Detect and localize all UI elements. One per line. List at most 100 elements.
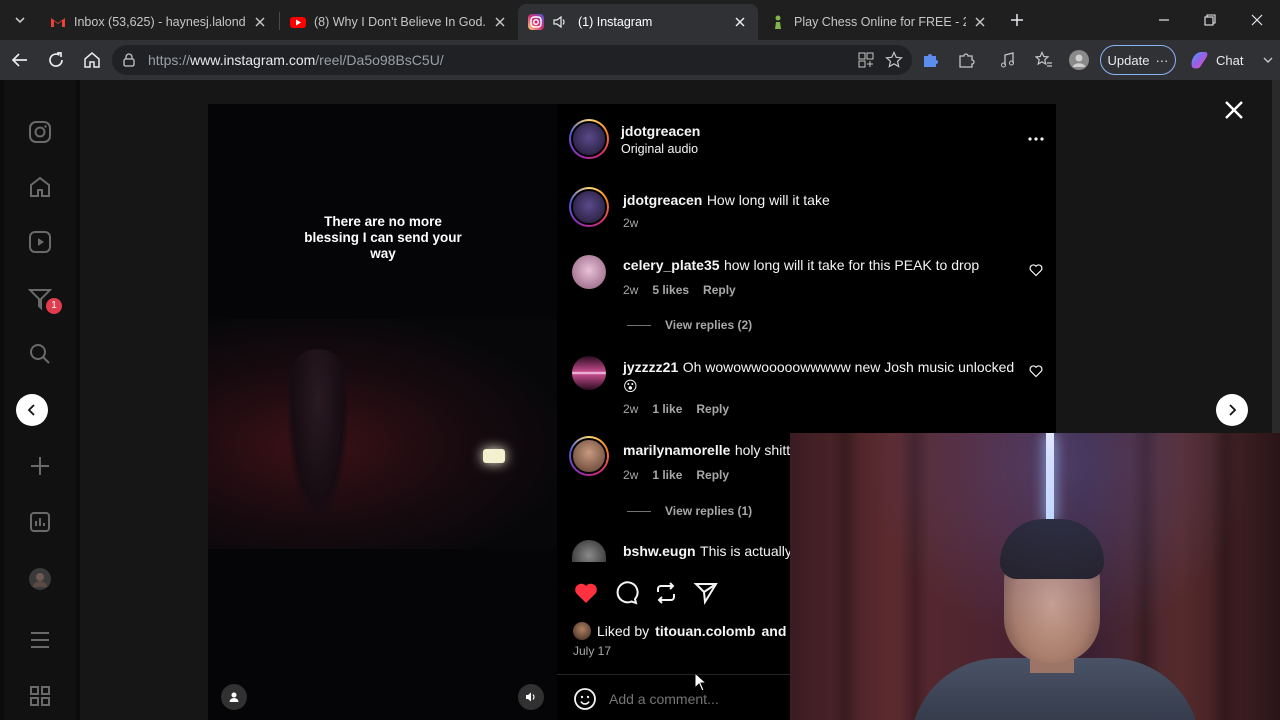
tab-search-button[interactable] [8, 8, 32, 32]
notification-badge: 1 [46, 298, 62, 314]
reels-icon[interactable] [28, 230, 52, 254]
heart-filled-icon[interactable] [573, 580, 599, 606]
emoji-icon[interactable] [573, 687, 597, 711]
star-icon [885, 51, 903, 68]
author-avatar[interactable] [569, 119, 609, 159]
copilot-icon [1191, 52, 1208, 69]
comment-username[interactable]: bshw.eugn [623, 543, 696, 559]
home-button[interactable] [80, 48, 104, 72]
reel-video[interactable]: There are no more blessing I can send yo… [208, 104, 557, 720]
user-icon [229, 692, 239, 702]
comment-username[interactable]: jyzzzz21 [623, 359, 678, 375]
mute-button[interactable] [518, 684, 544, 710]
profile-button[interactable] [1068, 49, 1090, 71]
view-replies-button[interactable]: View replies (1) [627, 504, 752, 518]
like-comment-icon[interactable] [1029, 364, 1043, 378]
minimize-button[interactable] [1152, 8, 1176, 32]
media-button[interactable] [997, 49, 1019, 71]
youtube-icon [290, 14, 306, 30]
close-icon[interactable] [492, 14, 508, 30]
tab-youtube[interactable]: (8) Why I Don't Believe In God. - Y... [280, 4, 518, 40]
refresh-icon [49, 52, 63, 67]
tab-chess[interactable]: Play Chess Online for FREE - 2 Play... [760, 4, 998, 40]
lock-icon [123, 53, 135, 67]
home-icon[interactable] [28, 175, 52, 199]
favorites-collection-button[interactable] [1033, 49, 1055, 71]
close-icon[interactable] [972, 14, 988, 30]
more-options-icon[interactable] [1027, 130, 1045, 148]
audio-link[interactable]: Original audio [621, 142, 698, 156]
comment-username[interactable]: jdotgreacen [623, 192, 702, 208]
tagged-users-button[interactable] [221, 684, 247, 710]
update-button[interactable]: Update ··· [1100, 45, 1176, 75]
more-apps-icon[interactable] [28, 684, 52, 708]
tab-instagram[interactable]: (1) Instagram [518, 4, 758, 40]
profile-avatar-icon[interactable] [28, 567, 52, 591]
new-tab-button[interactable] [1006, 9, 1028, 31]
like-comment-icon[interactable] [1029, 263, 1043, 277]
instagram-logo-icon[interactable] [28, 120, 52, 144]
puzzle-blue-icon [924, 54, 938, 67]
previous-reel-button[interactable] [16, 394, 48, 426]
commenter-avatar[interactable] [572, 540, 606, 562]
reply-button[interactable]: Reply [696, 468, 729, 482]
menu-icon[interactable] [28, 628, 52, 652]
close-icon [1251, 14, 1263, 26]
commenter-avatar[interactable] [572, 255, 606, 289]
view-replies-button[interactable]: View replies (2) [627, 318, 752, 332]
chevron-left-icon [27, 404, 35, 416]
puzzle-icon [959, 53, 975, 68]
reload-button[interactable] [44, 48, 68, 72]
chevron-down-icon [15, 17, 25, 24]
mouse-cursor-icon [694, 672, 708, 692]
comment-input[interactable] [609, 687, 809, 711]
comment-username[interactable]: marilynamorelle [623, 442, 730, 458]
speaker-icon[interactable] [552, 14, 568, 30]
commenter-avatar[interactable] [569, 187, 609, 227]
post-date: July 17 [573, 644, 612, 658]
tab-title: (1) Instagram [578, 15, 653, 29]
reply-button[interactable]: Reply [696, 402, 729, 416]
commenter-avatar[interactable] [572, 356, 606, 390]
stage-lamp [483, 449, 505, 463]
chevron-right-icon [1229, 404, 1237, 416]
share-icon[interactable] [693, 580, 719, 606]
tab-title: Inbox (53,625) - haynesj.lalonde@... [74, 15, 246, 29]
comment-meta: 2w 1 like Reply [623, 468, 729, 482]
comment-row: celery_plate35 how long will it take for… [623, 257, 979, 275]
tab-gmail[interactable]: Inbox (53,625) - haynesj.lalonde@... [40, 4, 278, 40]
copilot-chat-button[interactable]: Chat [1188, 45, 1273, 75]
liker-username[interactable]: titouan.colomb [655, 623, 755, 639]
extension-blue-button[interactable] [919, 49, 941, 71]
plus-icon [1011, 14, 1023, 26]
commenter-avatar[interactable] [569, 436, 609, 476]
restore-icon [1204, 14, 1216, 26]
close-reel-button[interactable] [1220, 96, 1248, 124]
create-icon[interactable] [28, 454, 52, 478]
comment-icon[interactable] [613, 580, 639, 606]
close-icon[interactable] [732, 14, 748, 30]
close-icon[interactable] [252, 14, 268, 30]
repost-icon[interactable] [653, 580, 679, 606]
restore-button[interactable] [1198, 8, 1222, 32]
back-button[interactable] [8, 48, 32, 72]
performer-silhouette [288, 349, 348, 519]
reply-button[interactable]: Reply [703, 283, 736, 297]
author-username[interactable]: jdotgreacen [621, 123, 700, 139]
close-window-button[interactable] [1245, 8, 1269, 32]
liker-avatar[interactable] [573, 622, 591, 640]
address-bar[interactable]: https://www.instagram.com/reel/Da5o98BsC… [112, 45, 912, 75]
app-available-button[interactable] [855, 49, 877, 71]
favorite-button[interactable] [883, 49, 905, 71]
home-icon [84, 52, 100, 68]
search-icon[interactable] [28, 342, 52, 366]
comment-likes[interactable]: 5 likes [652, 283, 689, 297]
instagram-icon [528, 14, 544, 30]
comment-likes[interactable]: 1 like [652, 402, 682, 416]
next-reel-button[interactable] [1216, 394, 1248, 426]
comment-row: jyzzzz21 Oh wowowwooooowwwww new Josh mu… [623, 358, 1023, 396]
dashboard-icon[interactable] [28, 510, 52, 534]
extensions-button[interactable] [955, 49, 977, 71]
comment-username[interactable]: celery_plate35 [623, 257, 720, 273]
comment-likes[interactable]: 1 like [652, 468, 682, 482]
